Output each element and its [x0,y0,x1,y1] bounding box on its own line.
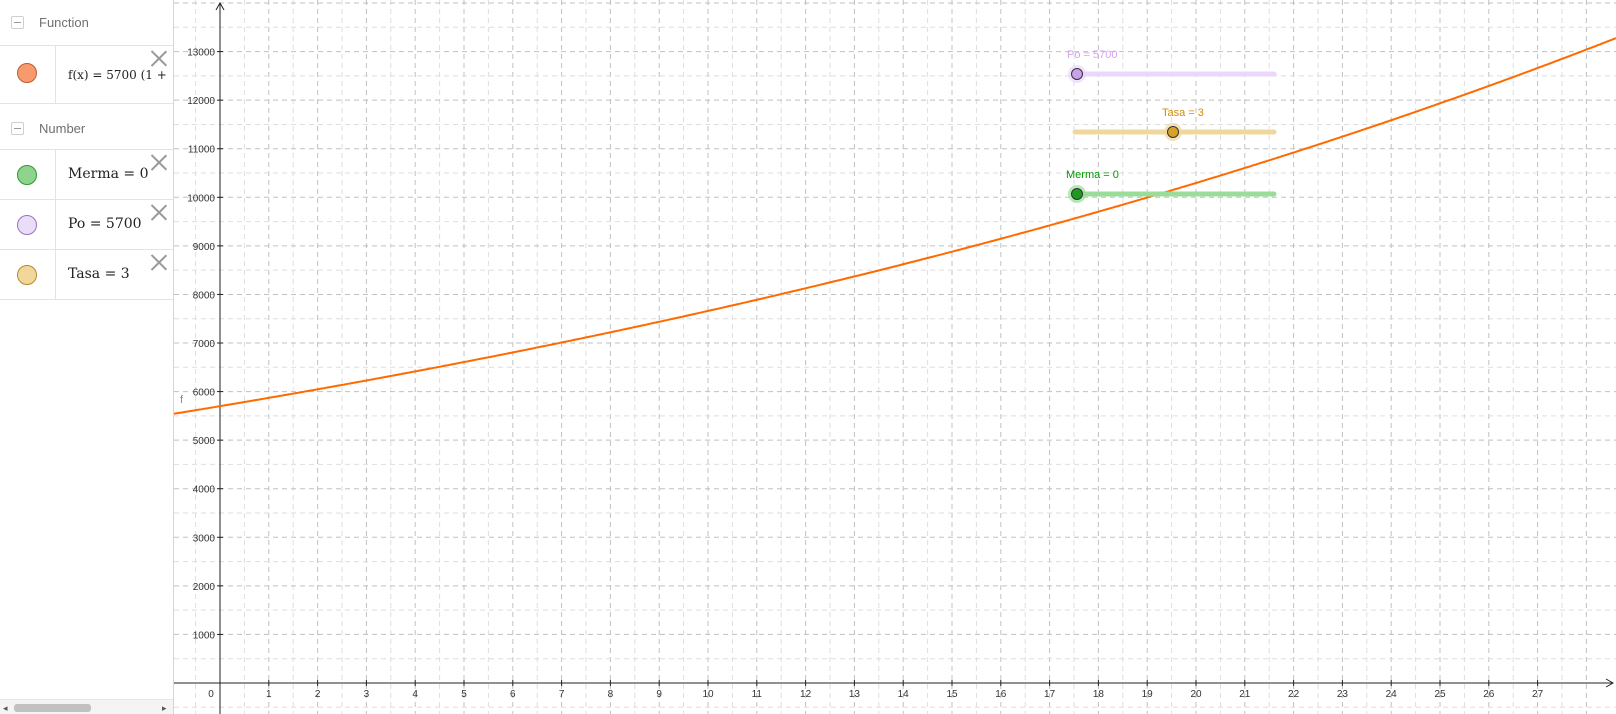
marble-cell [0,150,56,199]
function-label-f: f [180,394,184,406]
x-tick-label: 25 [1434,689,1446,700]
x-tick-label: 27 [1532,689,1544,700]
x-tick-label: 24 [1386,689,1398,700]
delete-f-button[interactable] [150,50,167,67]
x-tick-label: 4 [412,689,418,700]
x-tick-label: 6 [510,689,516,700]
number-tasa[interactable]: Tasa = 3 [68,266,130,282]
slider-label: Tasa = 3 [1162,107,1204,119]
function-curve-f[interactable] [174,37,1616,415]
algebra-view: Function f(x) = 5700 (1 + Number Merma =… [0,0,174,714]
marble-cell [0,250,56,299]
x-tick-label: 13 [849,689,861,700]
y-tick-label: 2000 [193,582,216,593]
y-tick-label: 6000 [193,388,216,399]
x-tick-label: 17 [1044,689,1056,700]
x-tick-label: 9 [656,689,662,700]
algebra-row-tasa[interactable]: Tasa = 3 [0,250,173,300]
x-tick-label: 26 [1483,689,1495,700]
function-definition[interactable]: f(x) = 5700 (1 + [68,68,167,82]
y-tick-label: 12000 [187,96,215,107]
x-tick-label: 16 [995,689,1007,700]
x-tick-label: 21 [1239,689,1251,700]
x-tick-label: 15 [946,689,958,700]
group-label-number: Number [39,121,86,136]
marble-cell [0,200,56,249]
delete-tasa-button[interactable] [150,254,167,271]
x-tick-label: 5 [461,689,467,700]
visibility-toggle-merma[interactable] [17,165,37,185]
x-tick-label: 11 [752,689,763,700]
scroll-right-icon[interactable]: ▸ [162,703,167,714]
delete-merma-button[interactable] [150,154,167,171]
graph-canvas[interactable]: 0 1 2 3 4 5 6 7 8 9 10 11 12 13 14 15 16 17 18 19 20 21 22 23 24… [174,0,1616,714]
number-po[interactable]: Po = 5700 [68,216,142,232]
slider-handle[interactable] [1071,188,1083,200]
y-tick-label: 10000 [187,193,215,204]
x-tick-label: 20 [1190,689,1202,700]
visibility-toggle-tasa[interactable] [17,265,37,285]
y-tick-label: 9000 [193,242,216,253]
x-tick-label: 7 [559,689,565,700]
slider-label: Po = 5700 [1067,49,1117,61]
scroll-left-icon[interactable]: ◂ [3,703,8,714]
slider-handle[interactable] [1071,68,1083,80]
algebra-row-merma[interactable]: Merma = 0 [0,150,173,200]
visibility-toggle-po[interactable] [17,215,37,235]
algebra-row-function-f[interactable]: f(x) = 5700 (1 + [0,46,173,104]
x-tick-label: 14 [898,689,910,700]
x-tick-label: 10 [702,689,714,700]
algebra-row-po[interactable]: Po = 5700 [0,200,173,250]
y-tick-label: 5000 [193,436,216,447]
horizontal-scrollbar[interactable]: ◂ ▸ [0,699,173,714]
x-tick-label: 22 [1288,689,1300,700]
scrollbar-thumb[interactable] [14,704,91,712]
delete-po-button[interactable] [150,204,167,221]
geogebra-app: Function f(x) = 5700 (1 + Number Merma =… [0,0,1616,714]
x-tick-label: 8 [608,689,614,700]
y-tick-label: 4000 [193,485,216,496]
x-tick-label: 0 [208,689,214,700]
y-tick-label: 7000 [193,339,216,350]
x-tick-label: 3 [364,689,370,700]
number-merma[interactable]: Merma = 0 [68,166,148,182]
slider-handle[interactable] [1167,126,1179,138]
y-tick-label: 13000 [187,48,215,59]
collapse-function-button[interactable] [11,16,24,29]
x-tick-label: 12 [800,689,812,700]
marble-cell [0,46,56,103]
x-tick-label: 19 [1142,689,1154,700]
collapse-number-button[interactable] [11,122,24,135]
slider-label: Merma = 0 [1066,169,1119,181]
y-tick-label: 8000 [193,290,216,301]
y-tick-label: 1000 [193,630,216,641]
y-tick-label: 11000 [188,145,216,156]
visibility-toggle-f[interactable] [17,63,37,83]
graphics-view[interactable]: 0 1 2 3 4 5 6 7 8 9 10 11 12 13 14 15 16 17 18 19 20 21 22 23 24… [174,0,1616,714]
x-tick-label: 23 [1337,689,1349,700]
x-tick-label: 1 [266,689,272,700]
group-label-function: Function [39,15,89,30]
x-tick-label: 18 [1093,689,1105,700]
x-tick-label: 2 [315,689,321,700]
group-header-function[interactable]: Function [0,0,173,46]
group-header-number[interactable]: Number [0,104,173,150]
y-tick-label: 3000 [193,533,216,544]
